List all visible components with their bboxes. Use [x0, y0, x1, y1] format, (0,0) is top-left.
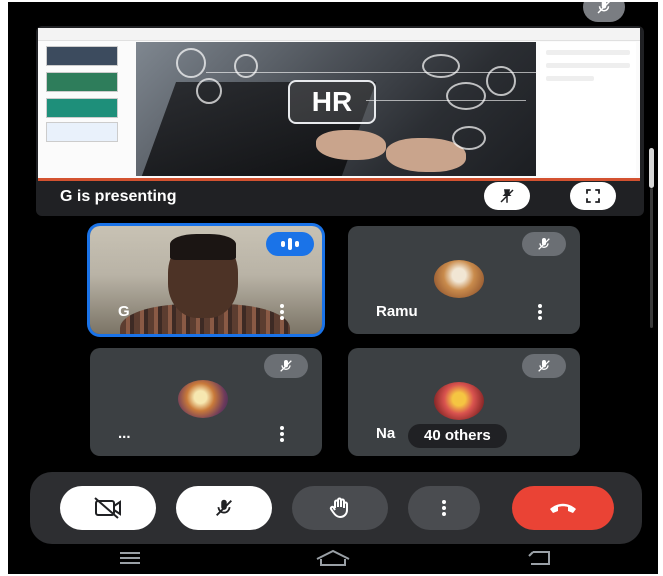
slide-thumbnails [42, 42, 126, 176]
slide-hr-label: HR [288, 80, 376, 124]
speaking-indicator [266, 232, 314, 256]
camera-toggle-button[interactable] [60, 486, 156, 530]
hang-up-icon [550, 503, 576, 513]
participant-name: G [118, 303, 130, 320]
audio-wave-icon [281, 241, 285, 247]
unpin-button[interactable] [484, 182, 530, 210]
participant-tile-others[interactable]: Na 40 others [348, 348, 580, 456]
participant-options-button[interactable] [280, 304, 284, 320]
shared-slide: HR [38, 28, 640, 181]
top-muted-indicator [583, 2, 625, 22]
call-controls-bar [30, 472, 642, 544]
scrollbar-track[interactable] [650, 188, 653, 328]
home-icon [316, 549, 350, 566]
raise-hand-icon [329, 497, 348, 519]
participant-tile-g[interactable]: G [90, 226, 322, 334]
hr-ring-icon [446, 82, 486, 110]
notes-line [546, 50, 630, 55]
slide-image: HR [136, 42, 536, 176]
others-count-chip[interactable]: 40 others [408, 424, 507, 448]
participant-tile-ramu[interactable]: Ramu [348, 226, 580, 334]
hr-ring-icon [486, 66, 516, 96]
person-hair [170, 234, 236, 260]
presentation-card[interactable]: HR G is presenting [36, 26, 644, 216]
mic-off-icon [538, 360, 550, 372]
more-options-button[interactable] [408, 486, 480, 530]
muted-indicator [264, 354, 308, 378]
mic-off-icon [280, 360, 292, 372]
hr-ring-icon [176, 48, 206, 78]
muted-indicator [522, 232, 566, 256]
participant-options-button[interactable] [280, 426, 284, 442]
camera-off-icon [94, 497, 121, 519]
notes-line [546, 63, 630, 68]
audio-wave-icon [295, 241, 299, 247]
participant-options-button[interactable] [538, 304, 542, 320]
more-vert-icon [442, 500, 446, 516]
back-icon [528, 551, 550, 565]
notes-line [546, 76, 594, 81]
home-button[interactable] [310, 548, 356, 568]
avatar [178, 380, 228, 418]
avatar [434, 260, 484, 298]
slide-thumbnail [46, 46, 118, 66]
scrollbar-thumb[interactable] [649, 148, 654, 188]
back-button[interactable] [520, 548, 560, 568]
presenting-label: G is presenting [60, 188, 177, 205]
hr-ring-icon [422, 54, 460, 78]
avatar [434, 382, 484, 420]
slide-thumbnail [46, 98, 118, 118]
notes-panel [540, 42, 636, 176]
fullscreen-icon [586, 189, 600, 203]
participant-name: ... [118, 425, 131, 442]
hand-graphic [316, 130, 386, 160]
system-nav-bar [8, 544, 658, 574]
hr-ring-icon [196, 78, 222, 104]
mic-toggle-button[interactable] [176, 486, 272, 530]
recents-button[interactable] [112, 548, 148, 568]
raise-hand-button[interactable] [292, 486, 388, 530]
mic-off-icon [597, 2, 611, 14]
mic-off-icon [216, 499, 232, 516]
audio-wave-icon [288, 238, 292, 250]
hr-ring-icon [452, 126, 486, 150]
muted-indicator [522, 354, 566, 378]
hr-ring-icon [234, 54, 258, 78]
end-call-button[interactable] [512, 486, 614, 530]
participant-tile-unnamed[interactable]: ... [90, 348, 322, 456]
pin-off-icon [500, 189, 514, 203]
ppt-ribbon [38, 28, 640, 41]
fullscreen-button[interactable] [570, 182, 616, 210]
slide-thumbnail [46, 72, 118, 92]
participant-name: Na [376, 425, 396, 442]
slide-thumbnail [46, 122, 118, 142]
mic-off-icon [538, 238, 550, 250]
menu-lines-icon [120, 552, 140, 564]
participant-name: Ramu [376, 303, 418, 320]
meet-screen: HR G is presenting G Ramu ... Na 40 othe… [8, 2, 658, 574]
